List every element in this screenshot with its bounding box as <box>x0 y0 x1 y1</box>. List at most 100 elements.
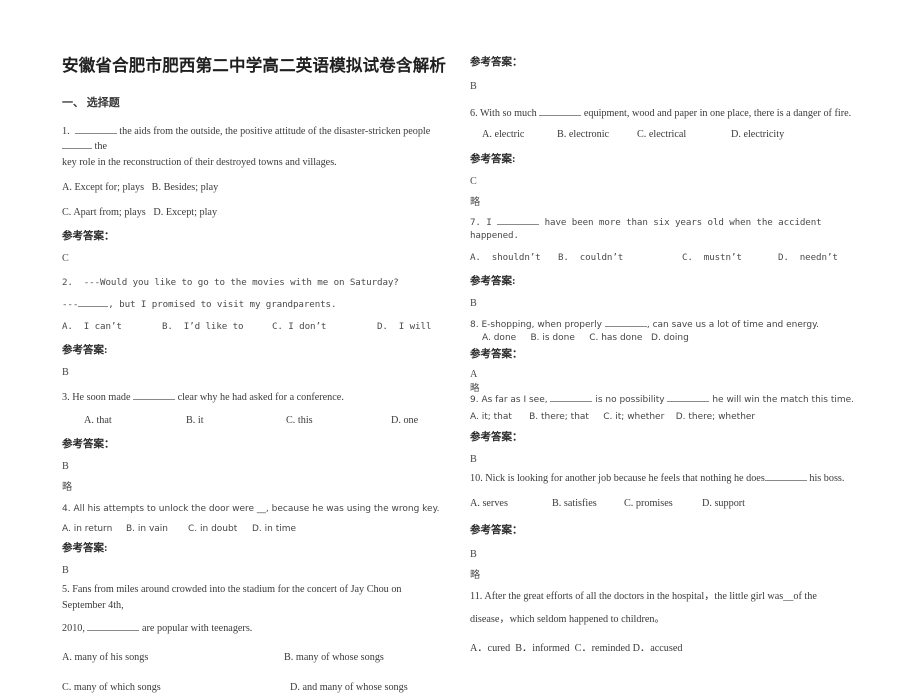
question-7: 7. I have been more than six years old w… <box>470 216 860 309</box>
carryover-answer-value: B <box>470 81 477 92</box>
blank-field <box>62 148 92 150</box>
question-11: 11. After the great efforts of all the d… <box>470 589 860 657</box>
question-6-omitted: 略 <box>470 196 481 208</box>
question-4-stem: 4. All his attempts to unlock the door w… <box>62 504 440 515</box>
blank-field <box>550 400 593 402</box>
question-7-answer: B <box>470 297 477 309</box>
question-5-option-b[interactable]: B. many of whose songs <box>284 650 384 665</box>
question-10-options[interactable]: A. serves B. satisfies C. promises D. su… <box>470 496 860 511</box>
question-10-stem-part-a: 10. Nick is looking for another job beca… <box>470 472 765 484</box>
question-9-stem: 9. As far as I see, is no possibility he… <box>470 394 860 408</box>
question-9-stem-part-b: is no possibility <box>592 394 668 405</box>
question-6-options[interactable]: A. electric B. electronic C. electrical … <box>470 127 860 142</box>
question-5-options-row-1[interactable]: A. many of his songs B. many of whose so… <box>62 650 444 665</box>
question-3: 3. He soon made clear why he had asked f… <box>62 390 444 494</box>
question-1-stem-part-a: 1. <box>62 126 75 137</box>
question-4-option-a[interactable]: A. in return <box>62 523 126 537</box>
section-heading: 一、 选择题 <box>62 97 120 109</box>
blank-field <box>78 306 109 308</box>
question-2-option-d[interactable]: D. I will <box>377 320 431 334</box>
question-7-option-b[interactable]: B. couldn’t <box>558 251 682 265</box>
question-8-stem: 8. E-shopping, when properly , can save … <box>470 319 860 333</box>
question-2-stem-line2: --- , but I promised to visit my grandpar… <box>62 298 444 312</box>
question-10-option-c[interactable]: C. promises <box>624 496 702 511</box>
question-10-option-b[interactable]: B. satisfies <box>552 496 624 511</box>
question-9-stem-part-a: 9. As far as I see, <box>470 394 551 405</box>
question-6-option-c[interactable]: C. electrical <box>637 127 731 142</box>
question-6-option-d[interactable]: D. electricity <box>731 127 784 142</box>
question-10-option-d[interactable]: D. support <box>702 496 745 511</box>
answer-label: 参考答案： <box>62 231 115 243</box>
question-3-stem-part-b: clear why he had asked for a conference. <box>175 391 344 403</box>
question-3-option-d[interactable]: D. one <box>391 413 418 428</box>
answer-label: 参考答案： <box>470 57 523 68</box>
question-7-option-d[interactable]: D. needn’t <box>778 251 838 265</box>
question-6-option-a[interactable]: A. electric <box>482 127 557 142</box>
question-7-option-c[interactable]: C. mustn’t <box>682 251 778 265</box>
answer-label: 参考答案: <box>62 543 108 555</box>
question-8-stem-part-a: 8. E-shopping, when properly <box>470 319 605 330</box>
question-6-answer: C <box>470 175 477 187</box>
question-4-answer: B <box>62 565 69 577</box>
question-6-stem: 6. With so much equipment, wood and pape… <box>470 106 860 121</box>
blank-field <box>539 115 582 116</box>
question-4: 4. All his attempts to unlock the door w… <box>62 503 444 576</box>
question-6-option-b[interactable]: B. electronic <box>557 127 637 142</box>
question-1-options-line-2[interactable]: C. Apart from; plays D. Except; play <box>62 205 444 220</box>
answer-label: 参考答案: <box>470 153 516 165</box>
question-10-option-a[interactable]: A. serves <box>470 496 552 511</box>
blank-field <box>604 325 647 327</box>
question-1-stem-line2: key role in the reconstruction of their … <box>62 156 337 168</box>
question-1-options-line-1[interactable]: A. Except for; plays B. Besides; play <box>62 180 444 195</box>
question-3-option-b[interactable]: B. it <box>186 413 286 428</box>
question-9-options[interactable]: A. it; that B. there; that C. it; whethe… <box>470 411 860 425</box>
blank-field <box>87 630 140 632</box>
question-3-option-c[interactable]: C. this <box>286 413 391 428</box>
right-column: 参考答案： B 6. With so much equipment, wood … <box>470 0 860 656</box>
question-9: 9. As far as I see, is no possibility he… <box>470 394 860 465</box>
question-2-answer: B <box>62 366 69 378</box>
question-2: 2. ---Would you like to go to the movies… <box>62 276 444 377</box>
question-5-option-d[interactable]: D. and many of whose songs <box>290 680 408 695</box>
question-1-stem: 1. the aids from the outside, the positi… <box>62 124 444 155</box>
question-8-stem-part-b: , can save us a lot of time and energy. <box>646 319 820 330</box>
question-4-option-b[interactable]: B. in vain <box>126 523 188 537</box>
question-2-option-b[interactable]: B. I’d like to <box>162 320 272 334</box>
page-title: 安徽省合肥市肥西第二中学高二英语模拟试卷含解析 <box>62 56 447 75</box>
question-5: 5. Fans from miles around crowded into t… <box>62 582 444 694</box>
question-10: 10. Nick is looking for another job beca… <box>470 471 860 581</box>
question-2-stem-tail: , but I promised to visit my grandparent… <box>108 299 337 311</box>
question-2-option-a[interactable]: A. I can’t <box>62 320 162 334</box>
question-11-stem-line1: 11. After the great efforts of all the d… <box>470 590 817 602</box>
document-page: 安徽省合肥市肥西第二中学高二英语模拟试卷含解析 一、 选择题 1. the ai… <box>0 0 920 693</box>
question-3-stem-part-a: 3. He soon made <box>62 391 134 403</box>
question-10-stem: 10. Nick is looking for another job beca… <box>470 471 860 486</box>
blank-field <box>497 223 540 225</box>
question-7-option-a[interactable]: A. shouldn’t <box>470 251 558 265</box>
question-4-option-c[interactable]: C. in doubt <box>188 523 252 537</box>
question-11-options[interactable]: A．cured B．informed C．reminded D．accused <box>470 641 860 656</box>
question-7-stem-part-a: 7. I <box>470 216 498 228</box>
question-3-options[interactable]: A. that B. it C. this D. one <box>62 413 444 428</box>
question-5-option-c[interactable]: C. many of which songs <box>62 680 290 695</box>
question-2-option-c[interactable]: C. I don’t <box>272 320 377 334</box>
question-5-option-a[interactable]: A. many of his songs <box>62 650 284 665</box>
question-9-answer: B <box>470 453 477 465</box>
question-8-options[interactable]: A. done B. is done C. has done D. doing <box>470 332 860 346</box>
question-1-answer: C <box>62 253 69 265</box>
question-10-stem-part-b: his boss. <box>806 472 845 484</box>
question-2-options[interactable]: A. I can’t B. I’d like to C. I don’t D. … <box>62 320 444 334</box>
question-8-omitted: 略 <box>470 383 480 394</box>
question-5-options-row-2[interactable]: C. many of which songs D. and many of wh… <box>62 680 444 695</box>
question-6: 6. With so much equipment, wood and pape… <box>470 106 860 208</box>
answer-label: 参考答案: <box>470 275 516 287</box>
blank-field <box>133 398 176 400</box>
blank-field <box>764 479 807 481</box>
answer-label: 参考答案： <box>470 348 523 360</box>
question-3-option-a[interactable]: A. that <box>84 413 186 428</box>
question-4-options[interactable]: A. in return B. in vain C. in doubt D. i… <box>62 523 444 537</box>
question-5-stem-line2: 2010, are popular with teenagers. <box>62 621 444 636</box>
question-4-option-d[interactable]: D. in time <box>252 523 296 537</box>
question-11-stem-line2: disease，which seldom happened to childre… <box>470 613 665 625</box>
question-7-options[interactable]: A. shouldn’t B. couldn’t C. mustn’t D. n… <box>470 251 860 265</box>
